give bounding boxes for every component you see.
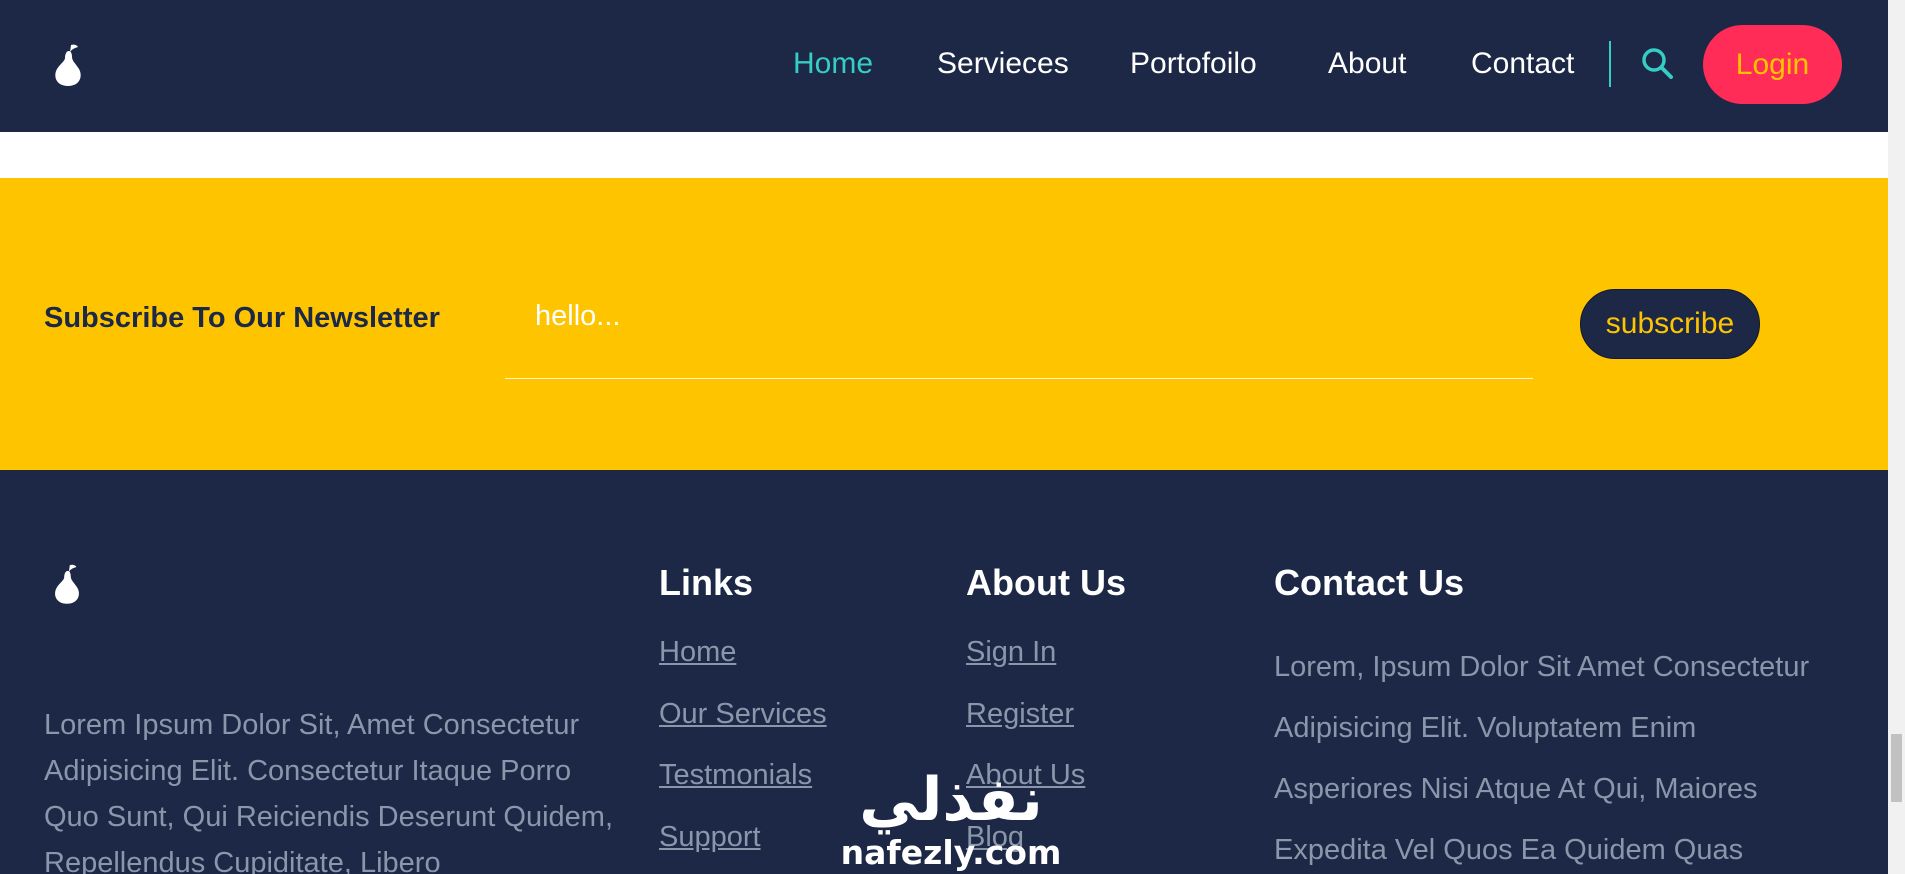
pear-logo-icon[interactable] xyxy=(51,43,85,87)
nav-divider xyxy=(1609,41,1611,87)
subscribe-button[interactable]: subscribe xyxy=(1580,289,1760,359)
nav-contact[interactable]: Contact xyxy=(1471,44,1574,84)
scrollbar-thumb[interactable] xyxy=(1891,734,1902,802)
contact-line: Expedita Vel Quos Ea Quidem Quas xyxy=(1274,834,1744,866)
newsletter-section: Subscribe To Our Newsletter subscribe xyxy=(0,178,1888,470)
contact-line: Lorem, Ipsum Dolor Sit Amet Consectetur xyxy=(1274,651,1810,683)
nav-services[interactable]: Servieces xyxy=(937,44,1069,84)
footer-link-support[interactable]: Support xyxy=(659,821,761,854)
nafezly-watermark-logo: نفذلي nafezly.com xyxy=(842,760,1060,872)
site-header: Home Servieces Portofoilo About Contact … xyxy=(0,0,1888,132)
nav-portfolio[interactable]: Portofoilo xyxy=(1130,44,1257,84)
newsletter-title: Subscribe To Our Newsletter xyxy=(44,302,440,334)
newsletter-input-wrapper xyxy=(505,268,1533,379)
watermark-arabic-text: نفذلي xyxy=(859,765,1043,835)
links-heading: Links xyxy=(659,562,754,603)
footer-description: Lorem Ipsum Dolor Sit, Amet Consectetur … xyxy=(44,709,613,874)
footer-link-sign-in[interactable]: Sign In xyxy=(966,636,1056,669)
footer-link-our-services[interactable]: Our Services xyxy=(659,698,827,731)
search-icon[interactable] xyxy=(1640,46,1674,80)
login-button[interactable]: Login xyxy=(1703,25,1842,104)
contact-line: Asperiores Nisi Atque At Qui, Maiores xyxy=(1274,773,1758,805)
about-heading: About Us xyxy=(966,562,1126,603)
footer-link-home[interactable]: Home xyxy=(659,636,736,669)
footer-pear-logo-icon xyxy=(51,563,83,605)
contact-heading: Contact Us xyxy=(1274,562,1465,603)
contact-line: Adipisicing Elit. Voluptatem Enim xyxy=(1274,712,1697,744)
footer-link-register[interactable]: Register xyxy=(966,698,1074,731)
newsletter-email-input[interactable] xyxy=(535,296,1435,336)
nav-about[interactable]: About xyxy=(1328,44,1406,84)
page-scrollbar[interactable] xyxy=(1888,0,1905,874)
watermark-latin-text: nafezly.com xyxy=(842,833,1060,872)
footer-link-testimonials[interactable]: Testmonials xyxy=(659,759,812,792)
nav-home[interactable]: Home xyxy=(793,44,873,84)
